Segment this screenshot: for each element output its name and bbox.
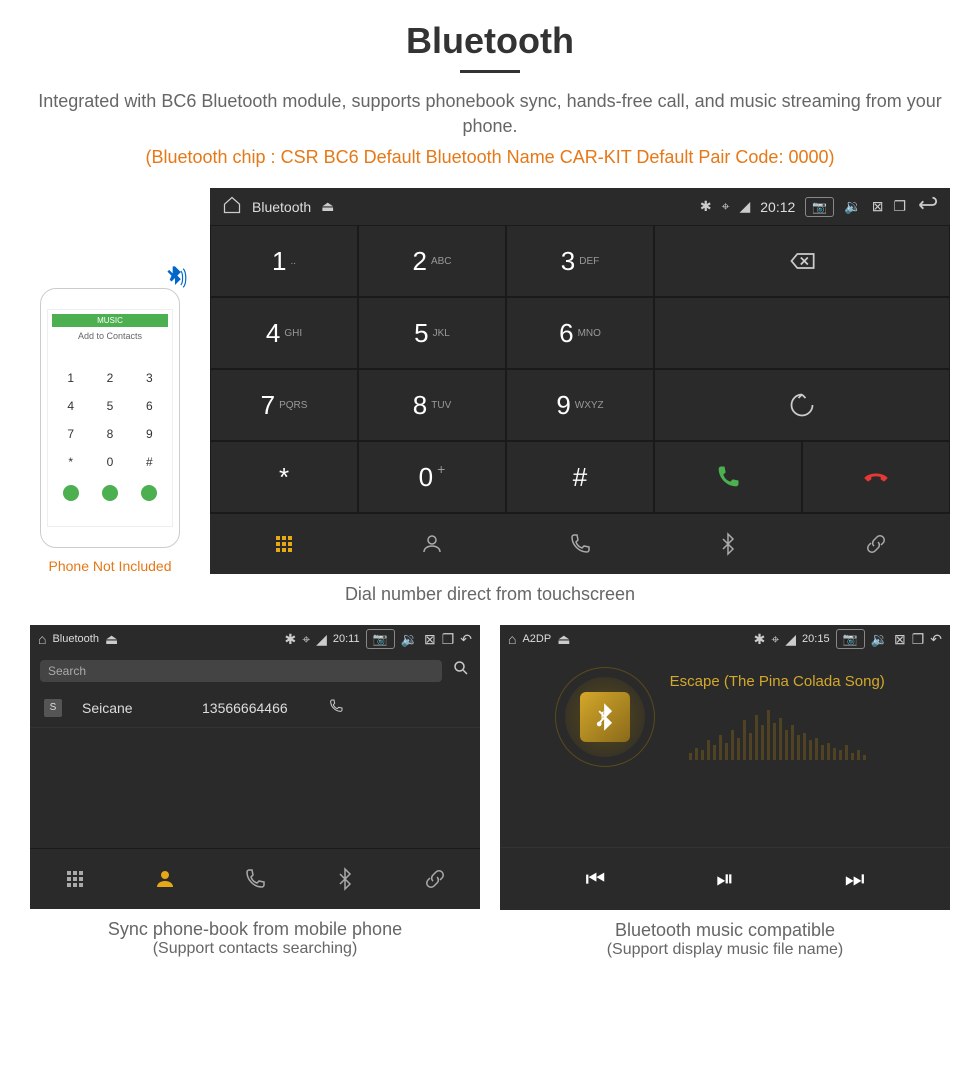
- wifi-icon: ◢: [785, 631, 796, 648]
- key-2[interactable]: 2ABC: [358, 225, 506, 297]
- usb-icon: ⏏: [557, 631, 570, 648]
- pb-caption: Sync phone-book from mobile phone (Suppo…: [30, 919, 480, 958]
- recent-apps-icon[interactable]: ❐: [912, 631, 925, 648]
- wifi-icon: ◢: [316, 631, 327, 648]
- bluetooth-status-icon: ✱: [284, 631, 296, 648]
- music-title-bar: A2DP: [522, 633, 551, 645]
- recent-apps-icon[interactable]: ❐: [893, 198, 906, 215]
- key-1[interactable]: 1..: [210, 225, 358, 297]
- location-icon: ⌖: [771, 631, 779, 648]
- back-icon[interactable]: [916, 194, 938, 219]
- key-3[interactable]: 3DEF: [506, 225, 654, 297]
- home-icon[interactable]: ⌂: [38, 631, 46, 647]
- location-icon: ⌖: [722, 198, 730, 215]
- next-track-button[interactable]: ⏭: [845, 866, 865, 892]
- key-9[interactable]: 9WXYZ: [506, 369, 654, 441]
- key-8[interactable]: 8TUV: [358, 369, 506, 441]
- main-device-screen: Bluetooth ⏏ ✱ ⌖ ◢ 20:12 📷 🔉 ⊠ ❐ 1.. 2ABC…: [210, 188, 950, 574]
- add-contacts-label: Add to Contacts: [78, 331, 142, 341]
- subtitle: Integrated with BC6 Bluetooth module, su…: [30, 89, 950, 139]
- music-caption: Bluetooth music compatible (Support disp…: [500, 920, 950, 959]
- call-contact-icon[interactable]: [328, 698, 344, 717]
- tab-pair[interactable]: [390, 849, 480, 909]
- tab-bluetooth[interactable]: [300, 849, 390, 909]
- wifi-icon: ◢: [739, 198, 750, 215]
- tab-bluetooth[interactable]: [654, 514, 802, 574]
- screenshot-icon[interactable]: 📷: [805, 197, 834, 217]
- title-underline: [460, 70, 520, 73]
- phone-caption: Phone Not Included: [30, 558, 190, 574]
- track-title: Escape (The Pina Colada Song): [670, 673, 885, 690]
- pb-clock: 20:11: [333, 633, 360, 645]
- equalizer-icon: [670, 710, 885, 760]
- phone-mockup: MUSIC Add to Contacts 123 456 789 *0#: [40, 288, 180, 548]
- tab-history[interactable]: [210, 849, 300, 909]
- music-clock: 20:15: [802, 633, 830, 645]
- contact-row[interactable]: S Seicane 13566664466: [30, 688, 480, 728]
- tab-contacts[interactable]: [120, 849, 210, 909]
- key-hash[interactable]: #: [506, 441, 654, 513]
- bottom-nav: [210, 513, 950, 574]
- back-icon[interactable]: ↶: [930, 631, 942, 648]
- main-caption: Dial number direct from touchscreen: [30, 584, 950, 605]
- key-4[interactable]: 4GHI: [210, 297, 358, 369]
- recent-apps-icon[interactable]: ❐: [442, 631, 455, 648]
- tab-contacts[interactable]: [358, 514, 506, 574]
- bluetooth-status-icon: ✱: [700, 198, 712, 215]
- search-input[interactable]: Search: [40, 660, 442, 682]
- bluetooth-status-icon: ✱: [754, 631, 766, 648]
- call-button[interactable]: [654, 441, 802, 513]
- key-0[interactable]: 0+: [358, 441, 506, 513]
- status-title: Bluetooth: [252, 199, 311, 215]
- backspace-button[interactable]: [654, 225, 950, 297]
- screenshot-icon[interactable]: 📷: [366, 629, 395, 649]
- hangup-button[interactable]: [802, 441, 950, 513]
- key-star[interactable]: *: [210, 441, 358, 513]
- redial-button[interactable]: [654, 369, 950, 441]
- music-screen: ⌂ A2DP ⏏ ✱ ⌖ ◢ 20:15 📷 🔉 ⊠ ❐ ↶: [500, 625, 950, 910]
- status-bar: Bluetooth ⏏ ✱ ⌖ ◢ 20:12 📷 🔉 ⊠ ❐: [210, 188, 950, 225]
- back-icon[interactable]: ↶: [460, 631, 472, 648]
- volume-icon[interactable]: 🔉: [871, 631, 888, 648]
- contact-number: 13566664466: [202, 700, 288, 716]
- usb-icon: ⏏: [105, 631, 118, 648]
- album-art-icon: [565, 677, 645, 757]
- music-statusbar: ⌂ A2DP ⏏ ✱ ⌖ ◢ 20:15 📷 🔉 ⊠ ❐ ↶: [500, 625, 950, 653]
- tab-pair[interactable]: [802, 514, 950, 574]
- close-app-icon[interactable]: ⊠: [424, 631, 436, 648]
- pb-statusbar: ⌂ Bluetooth ⏏ ✱ ⌖ ◢ 20:11 📷 🔉 ⊠ ❐ ↶: [30, 625, 480, 653]
- page-title: Bluetooth: [30, 20, 950, 62]
- location-icon: ⌖: [302, 631, 310, 648]
- volume-icon[interactable]: 🔉: [844, 198, 861, 215]
- clock: 20:12: [760, 199, 795, 215]
- empty-key: [654, 297, 950, 369]
- home-icon[interactable]: [222, 195, 242, 218]
- prev-track-button[interactable]: ⏮: [585, 866, 605, 892]
- screenshot-icon[interactable]: 📷: [836, 629, 865, 649]
- tab-dialpad[interactable]: [30, 849, 120, 909]
- close-app-icon[interactable]: ⊠: [894, 631, 906, 648]
- pb-title: Bluetooth: [52, 633, 98, 645]
- contact-name: Seicane: [82, 700, 182, 716]
- tab-history[interactable]: [506, 514, 654, 574]
- key-7[interactable]: 7PQRS: [210, 369, 358, 441]
- tab-dialpad[interactable]: [210, 514, 358, 574]
- usb-icon: ⏏: [321, 198, 334, 215]
- dial-keypad: 1.. 2ABC 3DEF 4GHI 5JKL 6MNO 7PQRS 8TUV …: [210, 225, 950, 513]
- bluetooth-signal-icon: [161, 264, 189, 299]
- key-5[interactable]: 5JKL: [358, 297, 506, 369]
- play-pause-button[interactable]: ⏯: [716, 866, 734, 892]
- spec-line: (Bluetooth chip : CSR BC6 Default Blueto…: [30, 147, 950, 168]
- home-icon[interactable]: ⌂: [508, 631, 516, 647]
- contact-badge: S: [44, 699, 62, 717]
- volume-icon[interactable]: 🔉: [401, 631, 418, 648]
- pb-bottom-nav: [30, 848, 480, 909]
- search-icon[interactable]: [452, 659, 470, 682]
- close-app-icon[interactable]: ⊠: [872, 198, 884, 215]
- phonebook-screen: ⌂ Bluetooth ⏏ ✱ ⌖ ◢ 20:11 📷 🔉 ⊠ ❐ ↶ Sear…: [30, 625, 480, 909]
- player-controls: ⏮ ⏯ ⏭: [500, 847, 950, 910]
- key-6[interactable]: 6MNO: [506, 297, 654, 369]
